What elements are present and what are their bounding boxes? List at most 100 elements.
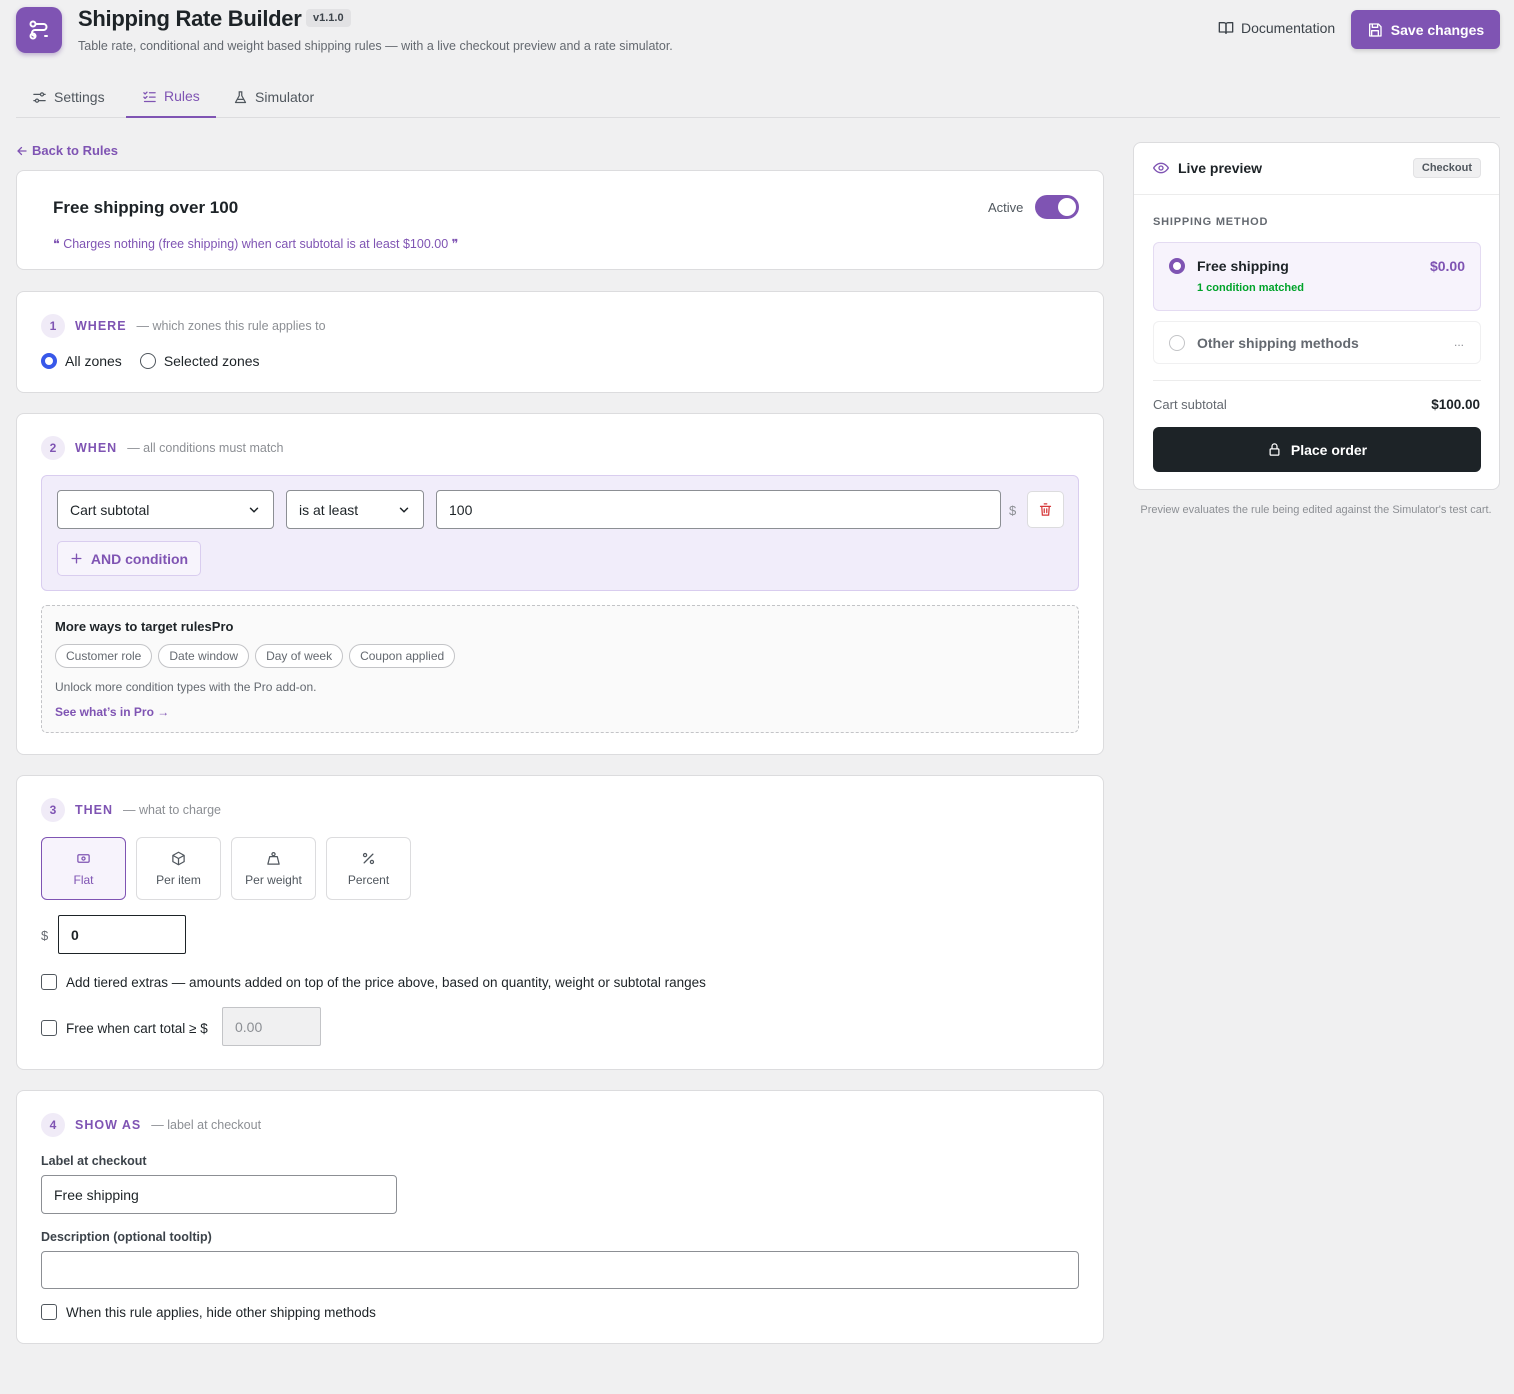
tab-settings-label: Settings (54, 89, 105, 105)
chevron-down-icon (249, 507, 259, 513)
amount-input[interactable]: 0 (58, 915, 186, 954)
where-card: 1 WHERE — which zones this rule applies … (16, 291, 1104, 393)
method-per-weight-button[interactable]: Per weight (231, 837, 316, 900)
tab-settings[interactable]: Settings (16, 76, 121, 118)
place-order-button[interactable]: Place order (1153, 427, 1481, 472)
step-hint: — what to charge (123, 803, 221, 817)
save-button[interactable]: Save changes (1351, 10, 1500, 49)
step-hint: — label at checkout (151, 1118, 262, 1132)
checkout-badge: Checkout (1412, 158, 1481, 178)
rule-title: Free shipping over 100 (53, 198, 239, 217)
select-value: Cart subtotal (70, 501, 150, 518)
documentation-link[interactable]: Documentation (1218, 20, 1335, 36)
tab-rules[interactable]: Rules (126, 76, 216, 118)
hide-others-label: When this rule applies, hide other shipp… (66, 1304, 376, 1320)
step-number: 2 (41, 436, 65, 460)
delete-condition-button[interactable] (1027, 491, 1064, 528)
step-number: 3 (41, 798, 65, 822)
tab-simulator-label: Simulator (255, 89, 315, 105)
condition-operator-select[interactable]: is at least (286, 490, 424, 529)
live-preview-panel: Live preview Checkout SHIPPING METHOD Fr… (1133, 142, 1500, 490)
charge-method-group: Flat Per item Per weight Percent (41, 837, 411, 900)
rule-summary-text: Charges nothing (free shipping) when car… (63, 237, 449, 251)
radio-indicator (1169, 335, 1185, 351)
rule-summary: ❝ Charges nothing (free shipping) when c… (53, 237, 459, 251)
weight-icon (267, 851, 280, 865)
tab-bar: Settings Rules Simulator (16, 76, 1500, 118)
method-per-item-button[interactable]: Per item (136, 837, 221, 900)
show-as-card: 4 SHOW AS — label at checkout Label at c… (16, 1090, 1104, 1344)
trash-icon (1039, 503, 1052, 516)
tiered-extras-label: Add tiered extras — amounts added on top… (66, 974, 706, 990)
tab-rules-label: Rules (164, 88, 200, 104)
route-icon (29, 20, 48, 40)
divider (1153, 380, 1481, 381)
pro-upsell-box: More ways to target rulesPro Customer ro… (41, 605, 1079, 733)
back-to-rules-link[interactable]: Back to Rules (16, 143, 118, 158)
free-threshold-checkbox-row[interactable]: Free when cart total ≥ $ (41, 1020, 208, 1036)
condition-group: Cart subtotal is at least 100 $ AND cond… (41, 475, 1079, 591)
active-toggle[interactable] (1035, 195, 1079, 219)
free-threshold-checkbox[interactable] (41, 1020, 57, 1036)
radio-indicator (1169, 258, 1185, 274)
toggle-knob (1058, 198, 1076, 216)
description-input[interactable] (41, 1251, 1079, 1289)
pro-chip: Coupon applied (349, 644, 456, 668)
see-pro-link[interactable]: See what’s in Pro → (55, 705, 169, 719)
radio-all-zones[interactable]: All zones (41, 353, 122, 369)
app-logo (16, 7, 62, 53)
rule-header-card: Free shipping over 100 ❝ Charges nothing… (16, 170, 1104, 270)
match-note: 1 condition matched (1197, 282, 1304, 294)
description-field-label: Description (optional tooltip) (41, 1230, 212, 1244)
free-threshold-input[interactable]: 0.00 (222, 1007, 321, 1046)
pro-chip: Date window (158, 644, 250, 668)
when-card: 2 WHEN — all conditions must match Cart … (16, 413, 1104, 755)
chevron-down-icon (399, 507, 409, 513)
radio-selected-zones[interactable]: Selected zones (139, 353, 260, 369)
label-field-label: Label at checkout (41, 1154, 147, 1168)
pro-chip-list: Customer role Date window Day of week Co… (55, 644, 456, 668)
place-order-label: Place order (1290, 441, 1368, 458)
documentation-label: Documentation (1241, 20, 1336, 36)
flask-icon (234, 90, 247, 103)
preview-option-free-shipping[interactable]: Free shipping $0.00 1 condition matched (1153, 242, 1481, 311)
preview-option-other-methods[interactable]: Other shipping methods ... (1153, 321, 1481, 364)
lock-icon (1269, 443, 1280, 456)
condition-field-select[interactable]: Cart subtotal (57, 490, 274, 529)
step-number: 1 (41, 314, 65, 338)
method-label: Per weight (245, 872, 302, 887)
book-icon (1218, 22, 1234, 34)
step-title: WHEN (75, 441, 118, 455)
radio-label: All zones (65, 353, 122, 369)
shipping-method-heading: SHIPPING METHOD (1153, 216, 1269, 228)
method-label: Percent (347, 872, 390, 887)
step-title: SHOW AS (75, 1118, 142, 1132)
save-label: Save changes (1390, 21, 1485, 38)
arrow-left-icon (17, 146, 27, 155)
preview-title-text: Live preview (1178, 160, 1263, 176)
method-flat-button[interactable]: Flat (41, 837, 126, 900)
app-subtitle: Table rate, conditional and weight based… (78, 39, 673, 53)
tiered-extras-checkbox[interactable] (41, 974, 57, 990)
banknote-icon (77, 853, 90, 863)
method-percent-button[interactable]: Percent (326, 837, 411, 900)
checkout-label-input[interactable]: Free shipping (41, 1175, 397, 1214)
pro-chip: Customer role (55, 644, 153, 668)
tab-simulator[interactable]: Simulator (217, 76, 330, 118)
tiered-extras-checkbox-row[interactable]: Add tiered extras — amounts added on top… (41, 974, 706, 990)
pro-note: Unlock more condition types with the Pro… (55, 680, 317, 694)
box-icon (172, 851, 185, 865)
pro-chip: Day of week (255, 644, 344, 668)
then-card: 3 THEN — what to charge Flat Per item Pe… (16, 775, 1104, 1070)
hide-others-checkbox[interactable] (41, 1304, 57, 1320)
preview-footnote: Preview evaluates the rule being edited … (1140, 504, 1492, 516)
amount-currency: $ (41, 928, 49, 943)
hide-others-checkbox-row[interactable]: When this rule applies, hide other shipp… (41, 1304, 376, 1320)
free-threshold-label: Free when cart total ≥ $ (66, 1020, 208, 1036)
radio-label: Selected zones (163, 353, 260, 369)
option-price: $0.00 (1429, 258, 1465, 274)
currency-suffix: $ (1009, 503, 1017, 518)
condition-value-input[interactable]: 100 (436, 490, 1001, 529)
select-value: is at least (299, 501, 359, 518)
add-and-condition-button[interactable]: AND condition (57, 541, 201, 576)
